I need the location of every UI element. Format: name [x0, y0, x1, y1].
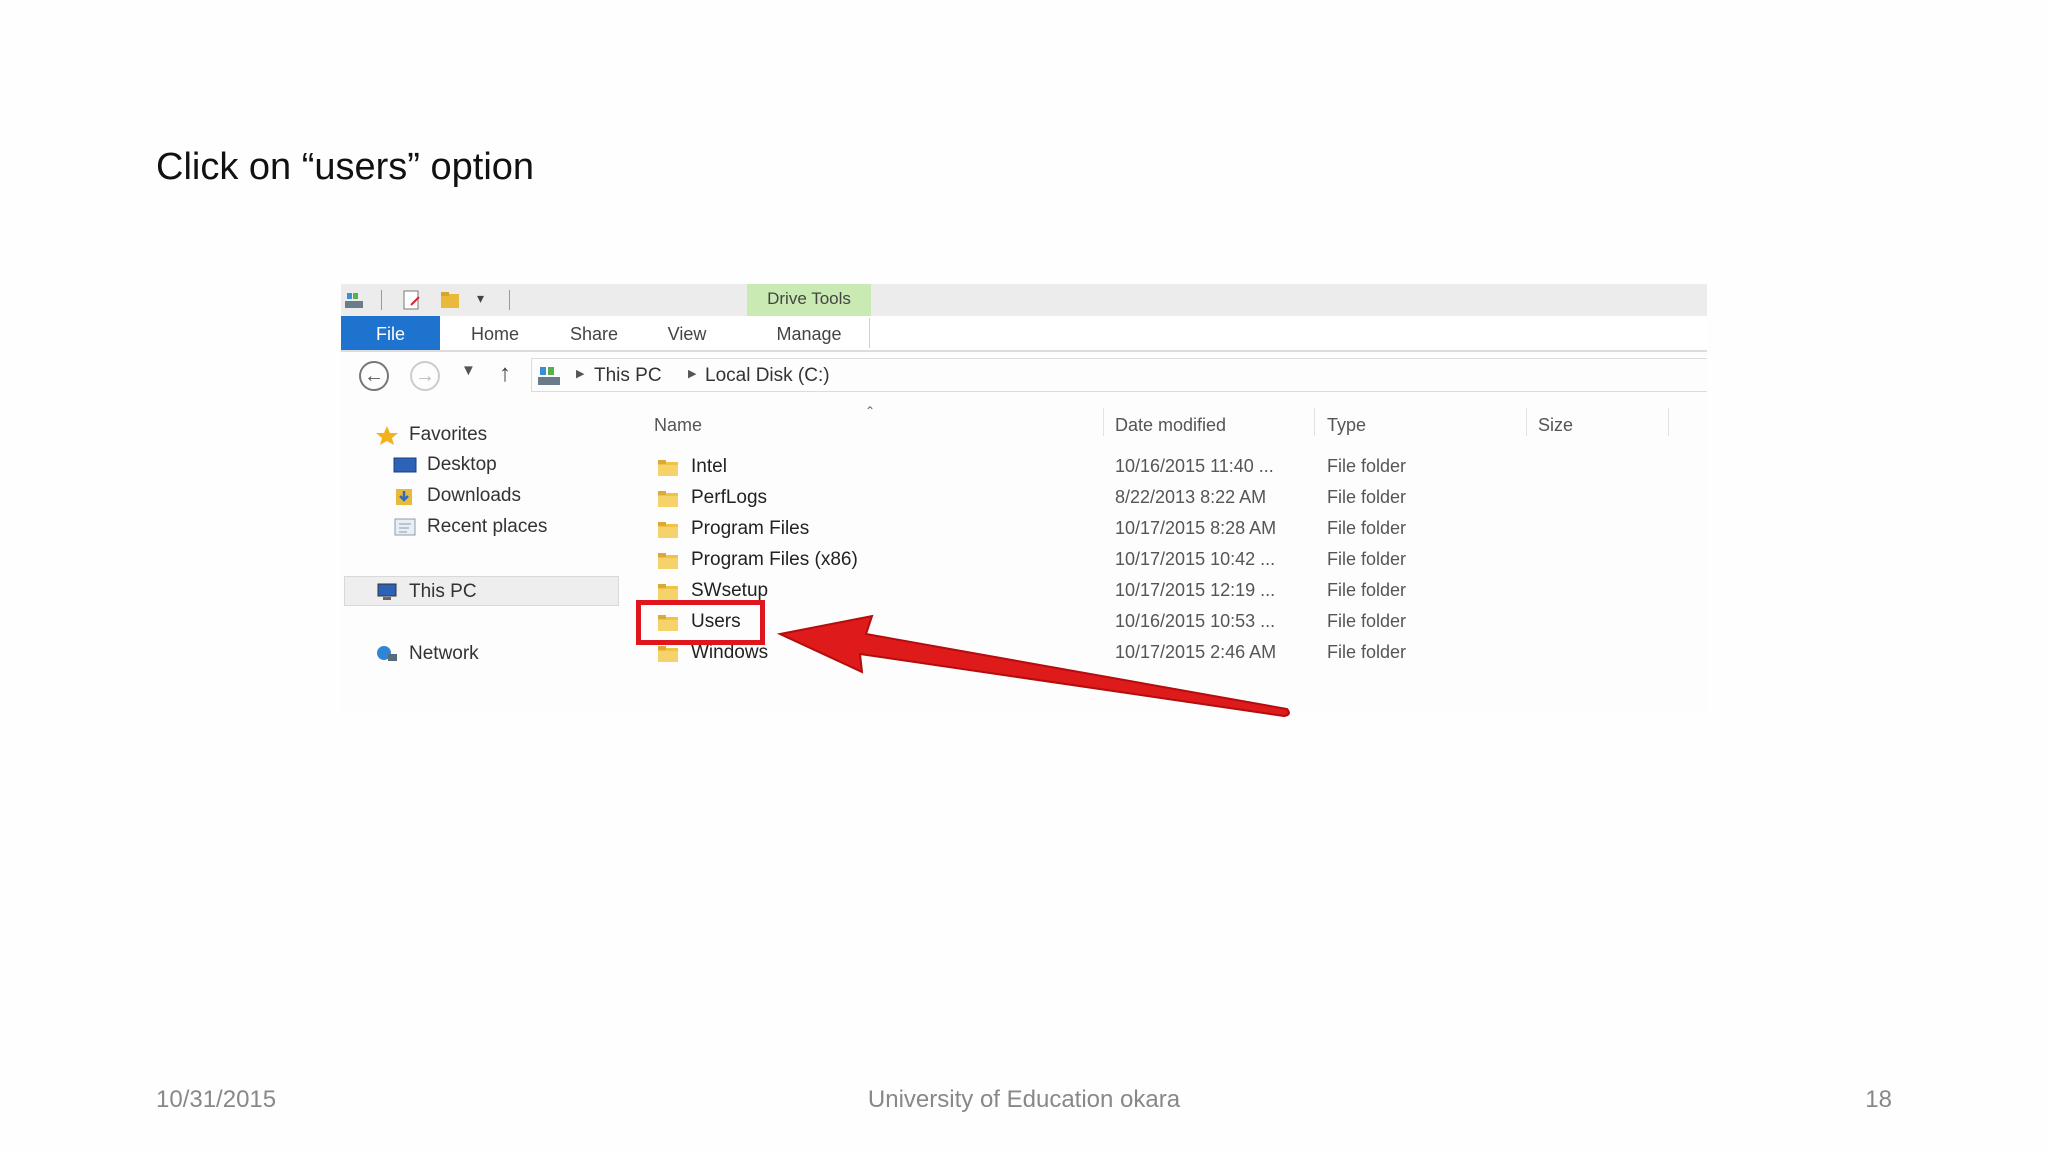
annotation-arrow	[776, 614, 1290, 718]
slide-number: 18	[1865, 1086, 1892, 1113]
footer-institution: University of Education okara	[867, 1086, 1181, 1113]
